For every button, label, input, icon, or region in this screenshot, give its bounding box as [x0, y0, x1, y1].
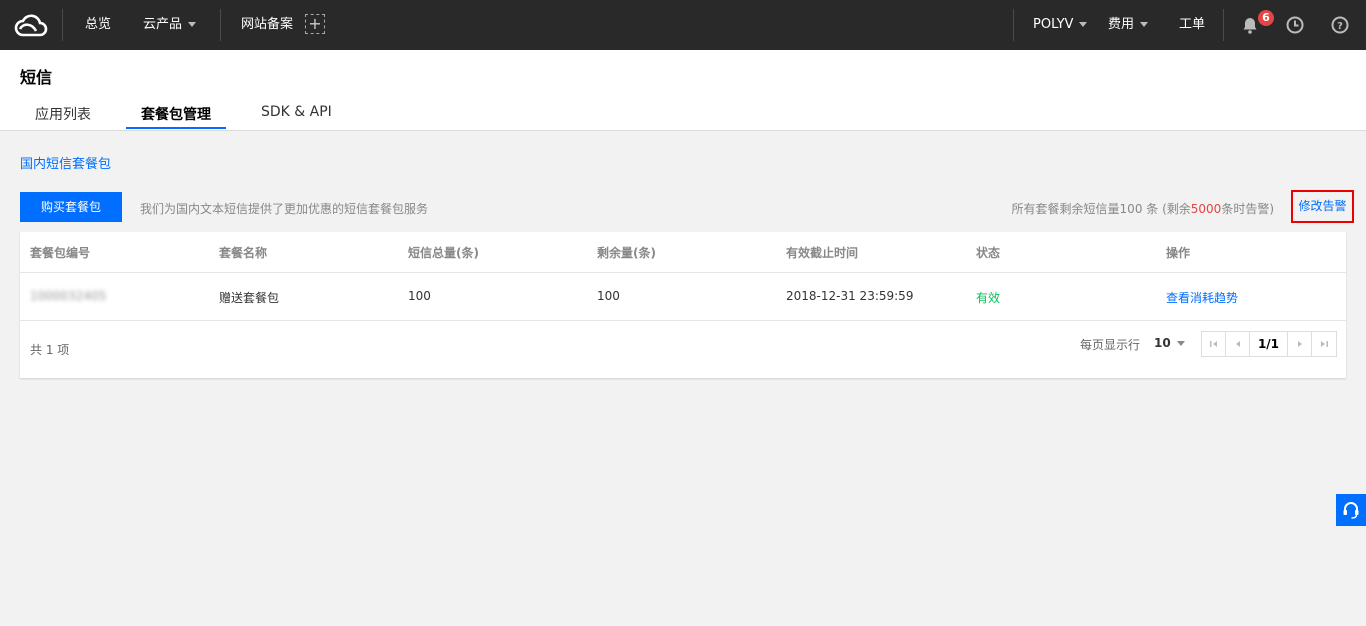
cloud-logo-icon[interactable] — [14, 11, 48, 39]
page-title: 短信 — [20, 68, 53, 87]
nav-divider — [1013, 9, 1014, 41]
nav-divider — [220, 9, 221, 41]
page-size-select[interactable]: 10 — [1154, 336, 1185, 350]
col-remaining: 剩余量(条) — [597, 246, 656, 260]
billing-label: 费用 — [1108, 17, 1135, 32]
modify-alert-link[interactable]: 修改告警 — [1291, 190, 1354, 223]
page-header: 短信 应用列表 套餐包管理 SDK & API — [0, 50, 1366, 131]
package-table: 套餐包编号 套餐名称 短信总量(条) 剩余量(条) 有效截止时间 状态 操作 1… — [20, 232, 1346, 378]
pagination: 1/1 — [1201, 331, 1337, 357]
total-count: 共 1 项 — [30, 343, 70, 357]
view-usage-trend-link[interactable]: 查看消耗趋势 — [1166, 289, 1238, 306]
col-status: 状态 — [976, 246, 1001, 260]
clock-icon[interactable] — [1285, 15, 1305, 35]
chevron-down-icon — [1079, 22, 1088, 27]
section-title-link[interactable]: 国内短信套餐包 — [20, 153, 111, 172]
nav-overview[interactable]: 总览 — [85, 0, 111, 50]
tab-app-list[interactable]: 应用列表 — [35, 104, 91, 124]
account-name: POLYV — [1033, 17, 1074, 32]
help-icon[interactable]: ? — [1330, 15, 1350, 35]
chevron-down-icon — [1176, 341, 1185, 346]
remaining-summary-suffix: 条时告警) — [1221, 202, 1274, 216]
chevron-right-icon — [1297, 341, 1302, 347]
buy-package-button[interactable]: 购买套餐包 — [20, 192, 122, 222]
nav-billing[interactable]: 费用 — [1108, 0, 1149, 50]
package-id: 1000032405 — [30, 289, 107, 303]
nav-products[interactable]: 云产品 — [143, 0, 197, 50]
bell-icon[interactable] — [1240, 15, 1260, 35]
chevron-down-icon — [1140, 22, 1149, 27]
add-shortcut-icon[interactable]: + — [305, 14, 325, 34]
headset-icon — [1343, 502, 1359, 519]
last-page-icon — [1321, 341, 1328, 347]
package-name: 赠送套餐包 — [219, 291, 280, 305]
package-remaining: 100 — [597, 289, 620, 303]
table-header: 套餐包编号 套餐名称 短信总量(条) 剩余量(条) 有效截止时间 状态 操作 — [20, 232, 1346, 273]
chevron-down-icon — [188, 22, 197, 27]
top-navbar: 总览 云产品 网站备案 + POLYV 费用 工单 6 ? — [0, 0, 1366, 50]
package-expires: 2018-12-31 23:59:59 — [786, 289, 914, 303]
first-page-icon — [1209, 341, 1217, 347]
package-total: 100 — [408, 289, 431, 303]
col-package-id: 套餐包编号 — [30, 246, 91, 260]
alert-threshold: 5000 — [1190, 202, 1222, 216]
table-row: 1000032405 赠送套餐包 100 100 2018-12-31 23:5… — [20, 273, 1346, 321]
svg-text:?: ? — [1337, 21, 1343, 32]
chevron-left-icon — [1235, 341, 1240, 347]
per-page-label: 每页显示行 — [1080, 338, 1141, 352]
tab-sdk-api[interactable]: SDK & API — [261, 104, 332, 120]
customer-support-button[interactable] — [1336, 494, 1366, 526]
next-page-button[interactable] — [1288, 332, 1312, 356]
nav-divider — [62, 9, 63, 41]
col-package-name: 套餐名称 — [219, 246, 268, 260]
last-page-button[interactable] — [1312, 332, 1336, 356]
active-tab-indicator — [126, 127, 226, 129]
nav-divider — [1223, 9, 1224, 41]
first-page-button[interactable] — [1202, 332, 1226, 356]
notification-badge: 6 — [1258, 10, 1274, 26]
nav-tickets[interactable]: 工单 — [1179, 0, 1205, 50]
remaining-summary: 所有套餐剩余短信量100 条 (剩余5000条时告警) — [1012, 200, 1274, 217]
col-expires: 有效截止时间 — [786, 246, 859, 260]
nav-icp[interactable]: 网站备案 — [241, 0, 293, 50]
nav-account[interactable]: POLYV — [1033, 0, 1088, 50]
package-description: 我们为国内文本短信提供了更加优惠的短信套餐包服务 — [140, 202, 429, 216]
remaining-summary-prefix: 所有套餐剩余短信量100 条 (剩余 — [1011, 202, 1191, 216]
prev-page-button[interactable] — [1226, 332, 1250, 356]
tab-package-management[interactable]: 套餐包管理 — [141, 104, 211, 124]
page-indicator: 1/1 — [1250, 332, 1288, 356]
status-badge: 有效 — [976, 291, 1001, 305]
page-size-value: 10 — [1154, 336, 1171, 350]
col-total: 短信总量(条) — [408, 246, 479, 260]
nav-products-label: 云产品 — [143, 17, 183, 32]
col-actions: 操作 — [1166, 246, 1191, 260]
